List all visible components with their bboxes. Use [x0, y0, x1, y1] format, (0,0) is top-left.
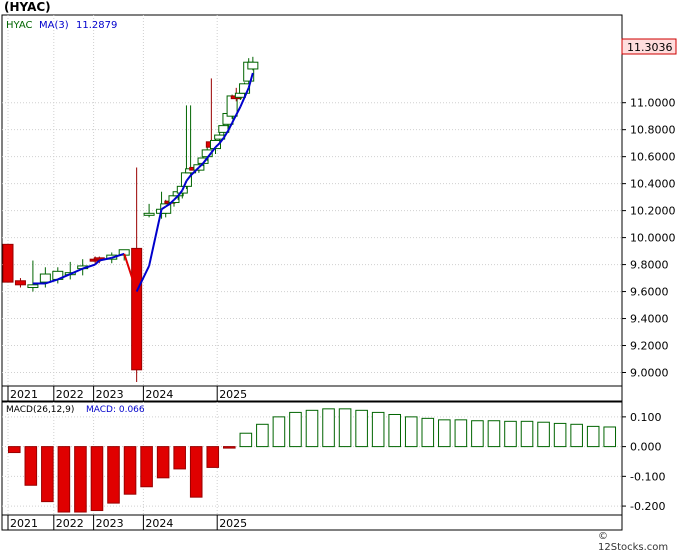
price-tick-label: 9.2000 — [630, 340, 669, 353]
macd-bar — [487, 420, 501, 448]
candle-body — [247, 61, 259, 70]
macd-tick-label: -0.200 — [630, 500, 665, 513]
macd-bar — [570, 423, 583, 448]
macd-bar — [107, 446, 120, 504]
macd-bar — [355, 409, 368, 448]
legend-ticker: HYAC — [6, 20, 33, 31]
candle-body — [27, 284, 39, 289]
macd-tick-label: 0.100 — [630, 411, 662, 424]
price-tick-label: 10.8000 — [630, 124, 676, 137]
price-y-ticks: 11.0000 10.8000 10.6000 10.4000 10.2000 10.00… — [622, 97, 676, 380]
macd-bar — [586, 425, 600, 448]
price-year-label: 2021 — [10, 388, 38, 401]
macd-bar — [520, 420, 534, 448]
macd-label: MACD(26,12,9) — [6, 405, 74, 415]
macd-bar — [338, 408, 352, 448]
macd-bar — [256, 423, 269, 448]
macd-bar — [7, 446, 21, 454]
macd-bar — [421, 417, 435, 448]
macd-bar — [305, 409, 319, 448]
macd-tick-label: 0.000 — [630, 441, 662, 454]
price-tick-label: 9.4000 — [630, 313, 669, 326]
macd-bar — [272, 416, 286, 448]
macd-bar — [74, 446, 87, 513]
macd-y-ticks: 0.100 0.000 -0.100 -0.200 — [622, 411, 665, 513]
macd-bar — [41, 446, 54, 503]
macd-bar — [537, 421, 550, 448]
macd-bar — [140, 446, 153, 488]
candle-body — [39, 273, 51, 283]
price-year-label: 2023 — [96, 388, 124, 401]
macd-bar — [289, 411, 302, 448]
macd-bar — [173, 446, 186, 470]
macd-bar — [388, 413, 401, 448]
macd-bar — [239, 432, 253, 448]
macd-bar — [123, 446, 137, 495]
candle-body — [143, 212, 155, 216]
price-tick-label: 9.0000 — [630, 367, 669, 380]
candle-body — [14, 280, 26, 286]
macd-value-label: MACD: 0.066 — [86, 405, 145, 415]
macd-bar — [504, 420, 517, 448]
price-year-label: 2024 — [145, 388, 173, 401]
price-tick-label: 10.4000 — [630, 178, 676, 191]
macd-bar — [223, 446, 236, 449]
macd-bar — [156, 446, 170, 479]
macd-year-label: 2024 — [145, 517, 173, 530]
price-tick-label: 11.0000 — [630, 97, 676, 110]
macd-year-label: 2021 — [10, 517, 38, 530]
macd-bar — [206, 446, 220, 468]
macd-bar — [438, 419, 451, 448]
price-tick-label: 9.6000 — [630, 286, 669, 299]
macd-bar — [57, 446, 71, 513]
macd-bar — [471, 420, 484, 448]
macd-year-label: 2023 — [96, 517, 124, 530]
legend-ma-value: 11.2879 — [76, 20, 117, 31]
macd-bar — [603, 426, 617, 448]
macd-bar — [454, 419, 468, 448]
candle-body — [131, 247, 143, 371]
legend-ma-label: MA(3) — [39, 20, 69, 31]
price-panel — [1, 14, 623, 387]
macd-year-label: 2025 — [219, 517, 247, 530]
last-price-label: 11.3036 — [627, 41, 673, 54]
credit-text: © 12Stocks.com — [598, 531, 669, 553]
candle-body — [2, 243, 14, 283]
macd-bar — [371, 411, 385, 448]
chart-canvas: 11.0000 10.8000 10.6000 10.4000 10.2000 10.00… — [1, 14, 677, 531]
macd-bar — [404, 416, 418, 448]
price-year-label: 2022 — [56, 388, 84, 401]
macd-bar — [24, 446, 38, 486]
macd-bar — [90, 446, 104, 512]
price-tick-label: 10.2000 — [630, 205, 676, 218]
price-tick-label: 9.8000 — [630, 259, 669, 272]
macd-bar — [322, 408, 335, 448]
macd-tick-label: -0.100 — [630, 470, 665, 483]
price-tick-label: 10.0000 — [630, 232, 676, 245]
price-year-label: 2025 — [219, 388, 247, 401]
macd-year-label: 2022 — [56, 517, 84, 530]
macd-bar — [189, 446, 203, 498]
macd-bar — [553, 422, 567, 448]
price-tick-label: 10.6000 — [630, 151, 676, 164]
